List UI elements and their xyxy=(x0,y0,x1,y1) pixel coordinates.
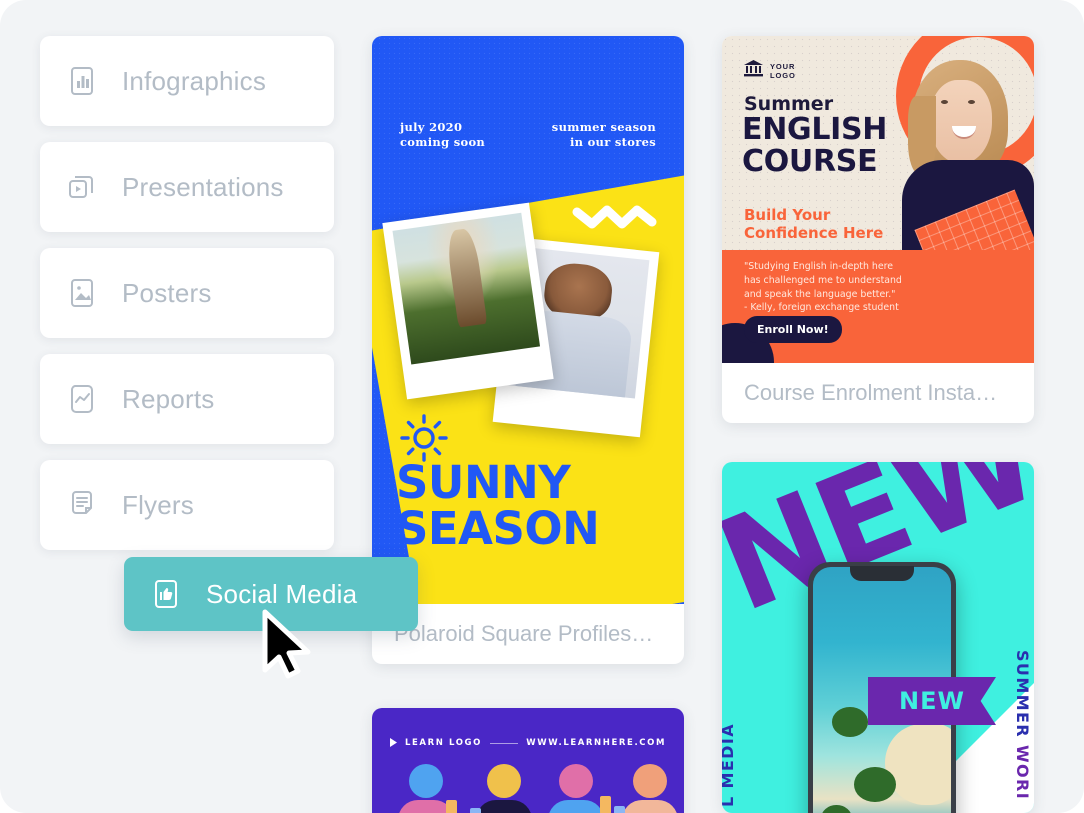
quote-line-2: has challenged me to understand xyxy=(744,274,902,286)
sunny-title-line1: SUNNY xyxy=(396,456,571,509)
quote-line-1: "Studying English in-depth here xyxy=(744,261,894,272)
sunny-date-line1: july 2020 xyxy=(400,120,463,134)
course-title: ENGLISH COURSE xyxy=(742,114,887,178)
template-card-polaroid-square-profiles[interactable]: july 2020 coming soon summer season in o… xyxy=(372,36,684,664)
people-illustration xyxy=(372,756,684,813)
sidebar-item-label: Reports xyxy=(122,383,215,414)
vertical-text-summer: SUMMER xyxy=(1013,650,1032,745)
sunny-date-line2: coming soon xyxy=(400,135,486,149)
course-title-line2: COURSE xyxy=(742,144,878,179)
card-caption-sunny: Polaroid Square Profiles… xyxy=(394,621,654,646)
sunny-season-artwork: july 2020 coming soon summer season in o… xyxy=(372,36,684,604)
image-document-icon xyxy=(62,273,102,313)
course-subtitle-line1: Build Your xyxy=(744,206,831,224)
learn-logo-text: LEARN LOGO xyxy=(405,738,482,748)
learn-header-bar: LEARN LOGO WWW.LEARNHERE.COM xyxy=(390,734,666,752)
sidebar-item-infographics[interactable]: Infographics xyxy=(40,36,334,126)
sidebar-item-flyers[interactable]: Flyers xyxy=(40,460,334,550)
learn-artwork: LEARN LOGO WWW.LEARNHERE.COM xyxy=(372,708,684,813)
thumbs-up-document-icon xyxy=(146,574,186,614)
sunny-season-title: SUNNY SEASON xyxy=(396,456,600,555)
sunny-header-text: july 2020 coming soon summer season in o… xyxy=(372,120,684,150)
divider-line xyxy=(489,742,519,744)
new-summer-artwork: NEW NEW L MEDIA SUMMER WORI xyxy=(722,462,1034,813)
play-triangle-icon xyxy=(390,734,397,752)
photo-field-woman xyxy=(392,212,541,365)
sidebar-item-label: Presentations xyxy=(122,171,284,202)
app-canvas: Infographics Presentations Posters Repor… xyxy=(0,0,1084,813)
testimonial-quote: "Studying English in-depth here has chal… xyxy=(744,260,944,315)
sunny-store-line1: summer season xyxy=(551,120,656,134)
bank-columns-icon xyxy=(744,60,763,82)
sidebar-item-label-social-media: Social Media xyxy=(206,578,358,609)
sunny-store-line2: in our stores xyxy=(569,135,656,149)
line-chart-document-icon xyxy=(62,379,102,419)
sidebar-item-reports[interactable]: Reports xyxy=(40,354,334,444)
mouse-pointer-arrow-icon xyxy=(259,608,317,685)
enroll-now-button[interactable]: Enroll Now! xyxy=(744,316,842,343)
sunny-title-line2: SEASON xyxy=(396,502,600,555)
course-subtitle: Build Your Confidence Here xyxy=(744,206,883,242)
testimonial-band: "Studying English in-depth here has chal… xyxy=(722,250,1034,363)
english-course-artwork: YOUR LOGO Summer ENGLISH COURSE Build Yo… xyxy=(722,36,1034,363)
template-card-new-summer[interactable]: NEW NEW L MEDIA SUMMER WORI xyxy=(722,462,1034,813)
squiggle-icon xyxy=(572,200,664,235)
sidebar-item-label: Infographics xyxy=(122,65,267,96)
new-ribbon-badge: NEW xyxy=(868,677,996,725)
brand-logo-text: YOUR LOGO xyxy=(770,62,796,81)
learn-website-text: WWW.LEARNHERE.COM xyxy=(526,738,666,748)
template-card-course-enrolment[interactable]: YOUR LOGO Summer ENGLISH COURSE Build Yo… xyxy=(722,36,1034,423)
course-title-line1: ENGLISH xyxy=(742,112,888,147)
course-subtitle-line2: Confidence Here xyxy=(744,224,884,242)
polaroid-photo-1 xyxy=(382,202,554,400)
sidebar-item-label: Posters xyxy=(122,277,212,308)
vertical-text-work: WORI xyxy=(1013,744,1032,801)
vertical-text-social-media: L MEDIA xyxy=(722,722,737,807)
sidebar-item-label: Flyers xyxy=(122,489,194,520)
template-card-learn-social[interactable]: LEARN LOGO WWW.LEARNHERE.COM xyxy=(372,708,684,813)
quote-line-3: and speak the language better." xyxy=(744,288,896,300)
category-sidebar: Infographics Presentations Posters Repor… xyxy=(40,36,334,566)
card-caption-course: Course Enrolment Insta… xyxy=(744,380,998,405)
brand-logo: YOUR LOGO xyxy=(744,60,796,82)
text-document-icon xyxy=(62,485,102,525)
sidebar-item-presentations[interactable]: Presentations xyxy=(40,142,334,232)
sidebar-item-posters[interactable]: Posters xyxy=(40,248,334,338)
bar-chart-document-icon xyxy=(62,61,102,101)
slides-stack-icon xyxy=(62,167,102,207)
new-ribbon-label: NEW xyxy=(899,687,965,715)
logo-line-1: YOUR xyxy=(770,61,796,71)
quote-attribution: - Kelly, foreign exchange student xyxy=(744,302,899,314)
vertical-text-summer-work: SUMMER WORI xyxy=(1013,650,1032,800)
phone-notch xyxy=(850,566,914,581)
logo-line-2: LOGO xyxy=(770,71,796,80)
